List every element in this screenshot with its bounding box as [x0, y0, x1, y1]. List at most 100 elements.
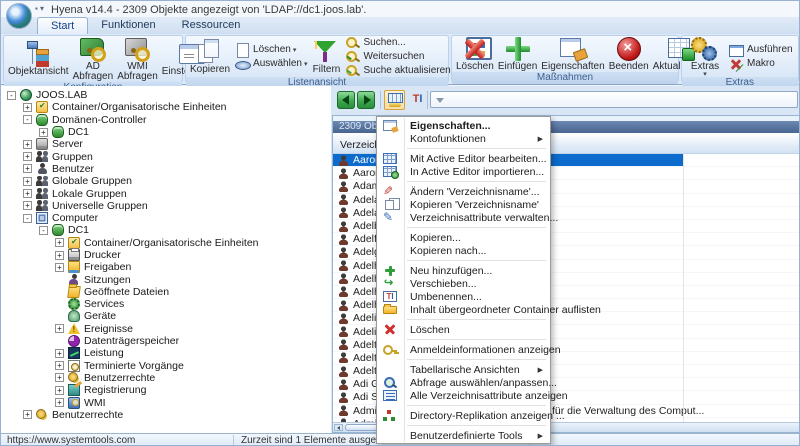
- tree-item[interactable]: + Server: [1, 138, 331, 151]
- tree-expander[interactable]: -: [23, 115, 32, 125]
- tree-item[interactable]: Datenträgerspeicher: [1, 335, 331, 348]
- context-menu-item[interactable]: [377, 257, 550, 264]
- context-menu-item[interactable]: In Active Editor importieren...: [377, 165, 550, 179]
- tree-expander[interactable]: +: [23, 164, 32, 174]
- tree-item[interactable]: - DC1: [1, 224, 331, 237]
- tree-expander[interactable]: +: [55, 348, 64, 358]
- eigenschaften-button[interactable]: Eigenschaften: [539, 36, 606, 72]
- tree-item[interactable]: + Drucker: [1, 248, 331, 261]
- weitersuchen-button[interactable]: Weitersuchen: [345, 50, 450, 63]
- tree-item[interactable]: + Benutzerrechte: [1, 371, 331, 384]
- context-menu-item[interactable]: Kontofunktionen ▶: [377, 132, 550, 145]
- tree-expander[interactable]: +: [55, 250, 64, 260]
- wmi-abfragen-button[interactable]: WMI Abfragen: [115, 36, 160, 82]
- context-menu-item[interactable]: Verzeichnisattribute verwalten...: [377, 210, 558, 224]
- tree-item[interactable]: + Benutzer: [1, 163, 331, 175]
- einfuegen-button[interactable]: Einfügen: [496, 36, 539, 72]
- tree-expander[interactable]: +: [23, 102, 32, 112]
- tree-item[interactable]: Geöffnete Dateien: [1, 285, 331, 298]
- context-menu-item[interactable]: [377, 422, 550, 429]
- context-menu-item[interactable]: Tabellarische Ansichten ▶: [377, 363, 550, 376]
- scroll-left-arrow-icon[interactable]: [334, 424, 343, 431]
- context-menu-item[interactable]: Kopieren...: [377, 231, 550, 244]
- auswaehlen-button[interactable]: Auswählen: [235, 57, 307, 70]
- ausfuehren-button[interactable]: Ausführen: [729, 43, 793, 57]
- context-menu-item[interactable]: Directory-Replikation anzeigen ...: [377, 409, 565, 422]
- tree-item[interactable]: + Container/Organisatorische Einheiten: [1, 101, 331, 114]
- tree-item[interactable]: + Leistung: [1, 347, 331, 360]
- tree-expander[interactable]: +: [23, 410, 32, 420]
- app-logo-icon[interactable]: [6, 3, 32, 29]
- tree-item[interactable]: + Gruppen: [1, 150, 331, 163]
- tree-expander[interactable]: +: [39, 127, 48, 137]
- quick-access-arrow-icon[interactable]: ▪ ▾: [35, 4, 44, 13]
- tree-item[interactable]: + Ereignisse: [1, 322, 331, 335]
- context-menu-item[interactable]: [377, 402, 550, 409]
- context-menu-item[interactable]: [377, 336, 550, 343]
- tree-item[interactable]: Services: [1, 298, 331, 311]
- systemtools-link[interactable]: https://www.systemtools.com: [7, 435, 135, 445]
- rename-button[interactable]: [409, 90, 426, 110]
- tree-item[interactable]: + Container/Organisatorische Einheiten: [1, 236, 331, 249]
- tree-item[interactable]: + WMI: [1, 396, 331, 409]
- context-menu-item[interactable]: Kopieren nach...: [377, 244, 550, 257]
- context-menu-item[interactable]: Abfrage auswählen/anpassen...: [377, 376, 557, 389]
- tree-item[interactable]: + Terminierte Vorgänge: [1, 359, 331, 372]
- makro-button[interactable]: Makro: [729, 57, 793, 70]
- filter-combobox[interactable]: [430, 91, 798, 108]
- ad-abfragen-button[interactable]: AD Abfragen: [71, 36, 116, 82]
- context-menu-item[interactable]: Eigenschaften...: [377, 119, 550, 132]
- context-menu-item[interactable]: Neu hinzufügen...: [377, 264, 550, 277]
- context-menu-item[interactable]: Benutzerdefinierte Tools ▶: [377, 429, 550, 442]
- context-menu-item[interactable]: [377, 145, 550, 152]
- context-menu-item[interactable]: Verschieben...: [377, 276, 550, 290]
- context-menu-item[interactable]: [377, 178, 550, 185]
- navigate-forward-button[interactable]: [357, 91, 375, 109]
- tree-expander[interactable]: +: [23, 201, 32, 211]
- extras-button[interactable]: Extras: [684, 36, 726, 77]
- tree-item[interactable]: + Globale Gruppen: [1, 175, 331, 187]
- tree-item[interactable]: + Freigaben: [1, 261, 331, 274]
- tree-expander[interactable]: +: [55, 238, 64, 248]
- tree-expander[interactable]: +: [55, 398, 64, 408]
- tab-start[interactable]: Start: [37, 17, 89, 34]
- suche-aktualisieren-button[interactable]: Suche aktualisieren: [345, 64, 451, 77]
- tree-expander[interactable]: +: [23, 139, 32, 149]
- tab-ressourcen[interactable]: Ressourcen: [169, 17, 254, 34]
- context-menu-item[interactable]: Anmeldeinformationen anzeigen: [377, 343, 561, 356]
- tree-expander[interactable]: +: [55, 361, 64, 371]
- tree-expander[interactable]: +: [23, 189, 32, 199]
- tree-item[interactable]: - Domänen-Controller: [1, 113, 331, 126]
- tree-expander[interactable]: -: [7, 90, 16, 100]
- tree-expander[interactable]: -: [39, 225, 48, 235]
- context-menu-item[interactable]: Mit Active Editor bearbeiten...: [377, 152, 550, 165]
- tree-item[interactable]: + Universelle Gruppen: [1, 200, 331, 212]
- navigate-back-button[interactable]: [337, 91, 355, 109]
- context-menu-item[interactable]: [377, 356, 550, 363]
- context-menu-item[interactable]: Alle Verzeichnisattribute anzeigen: [377, 389, 568, 402]
- table-view-button[interactable]: [384, 90, 405, 110]
- tree-expander[interactable]: +: [55, 385, 64, 395]
- objektansicht-button[interactable]: Objektansicht: [6, 41, 71, 77]
- context-menu-item[interactable]: Umbenennen...: [377, 290, 550, 303]
- tree-item[interactable]: + Benutzerrechte: [1, 408, 331, 421]
- context-menu-item[interactable]: [377, 224, 550, 231]
- tree-expander[interactable]: +: [23, 176, 32, 186]
- tree-expander[interactable]: +: [23, 152, 32, 162]
- tree-item[interactable]: - Computer: [1, 212, 331, 225]
- context-menu-item[interactable]: Kopieren 'Verzeichnisname': [377, 198, 550, 211]
- tree-expander[interactable]: +: [55, 324, 64, 334]
- context-menu-item[interactable]: Löschen: [377, 323, 550, 336]
- tree-item[interactable]: + DC1: [1, 126, 331, 139]
- context-menu-item[interactable]: Ändern 'Verzeichnisname'...: [377, 185, 550, 198]
- loeschen-liste-button[interactable]: Löschen: [235, 42, 307, 58]
- tree-item[interactable]: + Lokale Gruppen: [1, 187, 331, 200]
- tree-expander[interactable]: +: [55, 373, 64, 383]
- tree-expander[interactable]: -: [23, 213, 32, 223]
- suchen-button[interactable]: Suchen...: [345, 36, 450, 49]
- tree-item[interactable]: Sitzungen: [1, 273, 331, 286]
- tree-item[interactable]: + Registrierung: [1, 384, 331, 397]
- filtern-button[interactable]: Filtern: [310, 39, 342, 75]
- beenden-button[interactable]: Beenden: [607, 36, 651, 72]
- tree-item[interactable]: - JOOS.LAB: [1, 89, 331, 102]
